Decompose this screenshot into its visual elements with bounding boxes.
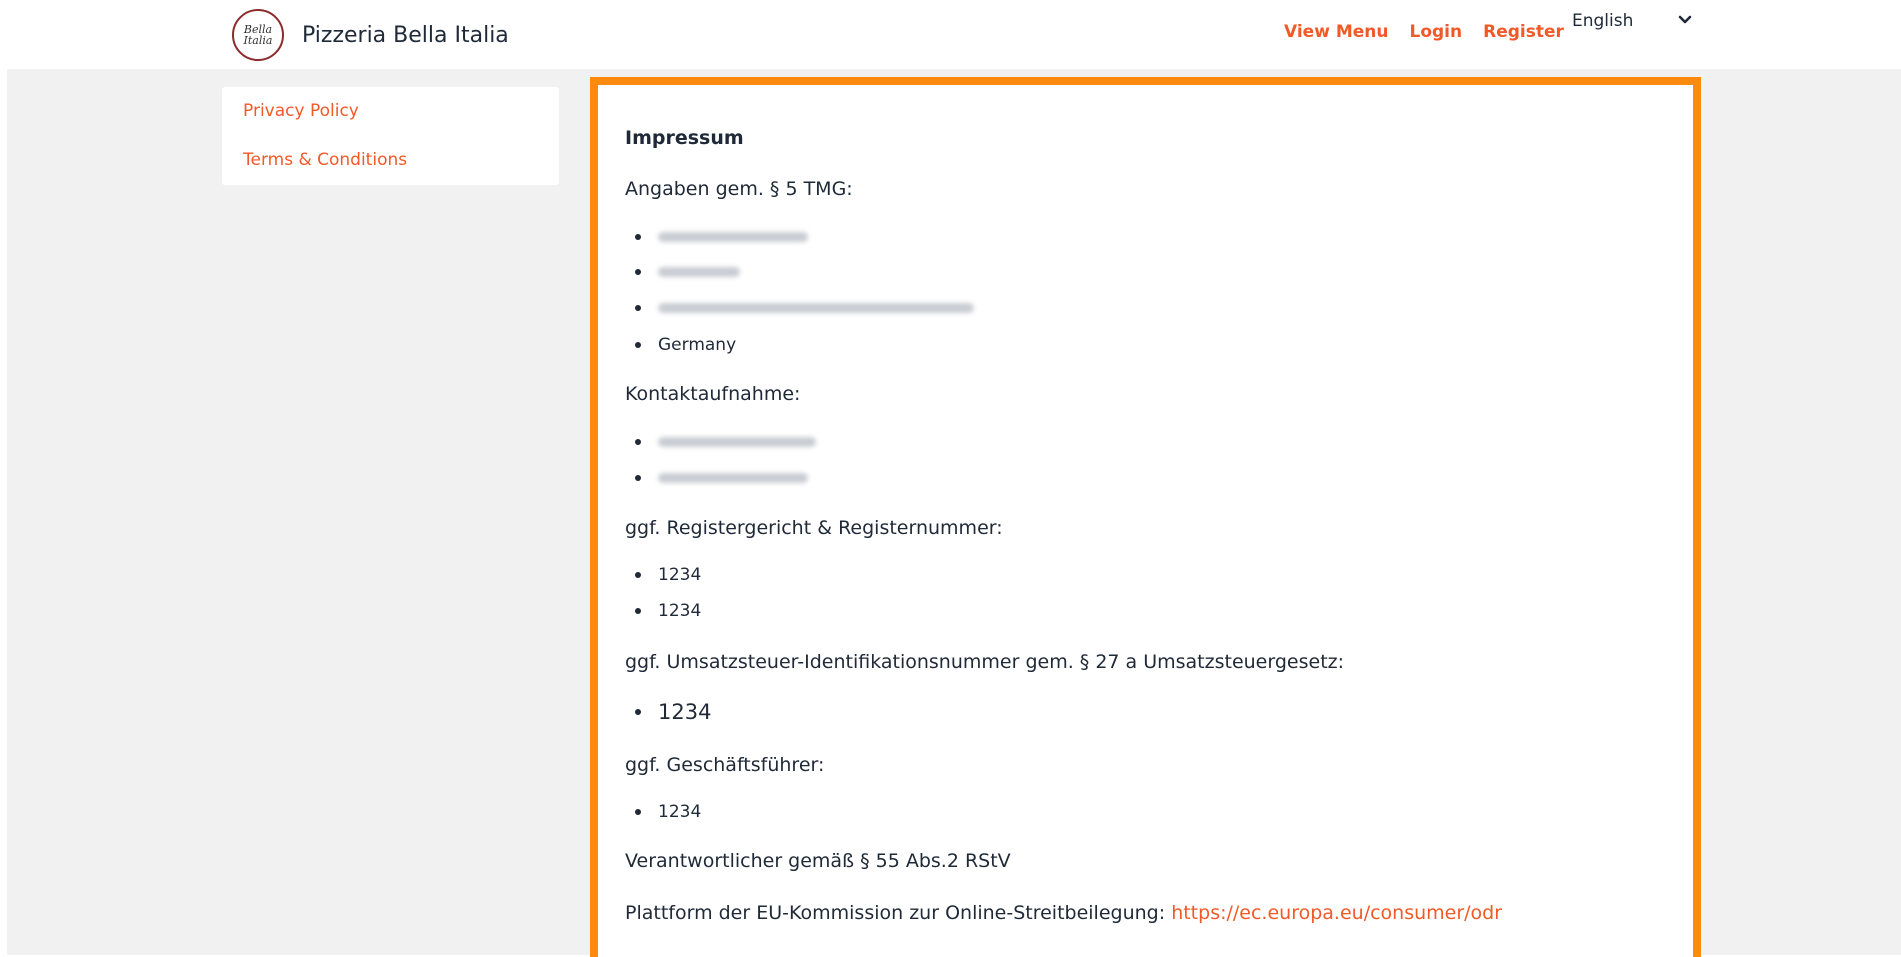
odr-link[interactable]: https://ec.europa.eu/consumer/odr [1171, 902, 1502, 924]
list-item-redacted [635, 473, 808, 483]
top-header: Bella Italia Pizzeria Bella Italia View … [0, 0, 1901, 69]
logo: Bella Italia [232, 9, 284, 61]
nav-register[interactable]: Register [1483, 22, 1564, 42]
language-select[interactable]: English [1572, 8, 1692, 34]
register-label: ggf. Registergericht & Registernummer: [625, 517, 1003, 539]
list-item-register: 1234 [635, 565, 701, 585]
logo-text-line2: Italia [243, 34, 273, 47]
list-item-redacted [635, 232, 808, 242]
list-item-redacted [635, 437, 816, 447]
angaben-label: Angaben gem. § 5 TMG: [625, 178, 853, 200]
legal-sidebar: Privacy Policy Terms & Conditions [222, 87, 559, 185]
list-item-country: Germany [635, 335, 736, 355]
list-item-ust: 1234 [635, 700, 711, 724]
list-item-register: 1234 [635, 601, 701, 621]
list-item-gf: 1234 [635, 802, 701, 822]
language-value: English [1572, 11, 1634, 31]
chevron-down-icon [1678, 10, 1692, 30]
sidebar-item-privacy-policy[interactable]: Privacy Policy [243, 101, 559, 121]
nav-login[interactable]: Login [1410, 22, 1463, 42]
nav-view-menu[interactable]: View Menu [1284, 22, 1389, 42]
sidebar-item-terms-conditions[interactable]: Terms & Conditions [243, 150, 559, 170]
impressum-content: Impressum Angaben gem. § 5 TMG: Germany … [590, 77, 1701, 957]
odr-label: Plattform der EU-Kommission zur Online-S… [625, 902, 1166, 924]
ust-label: ggf. Umsatzsteuer-Identifikationsnummer … [625, 651, 1345, 673]
brand[interactable]: Bella Italia Pizzeria Bella Italia [232, 9, 509, 61]
main-nav: View Menu Login Register [1284, 22, 1564, 42]
kontakt-label: Kontaktaufnahme: [625, 383, 801, 405]
list-item-redacted [635, 267, 740, 277]
gf-label: ggf. Geschäftsführer: [625, 754, 825, 776]
list-item-redacted [635, 303, 974, 313]
verantwortlich-text: Verantwortlicher gemäß § 55 Abs.2 RStV [625, 850, 1011, 872]
odr-text: Plattform der EU-Kommission zur Online-S… [625, 902, 1502, 924]
page-title: Impressum [625, 127, 744, 149]
brand-name[interactable]: Pizzeria Bella Italia [302, 23, 509, 48]
